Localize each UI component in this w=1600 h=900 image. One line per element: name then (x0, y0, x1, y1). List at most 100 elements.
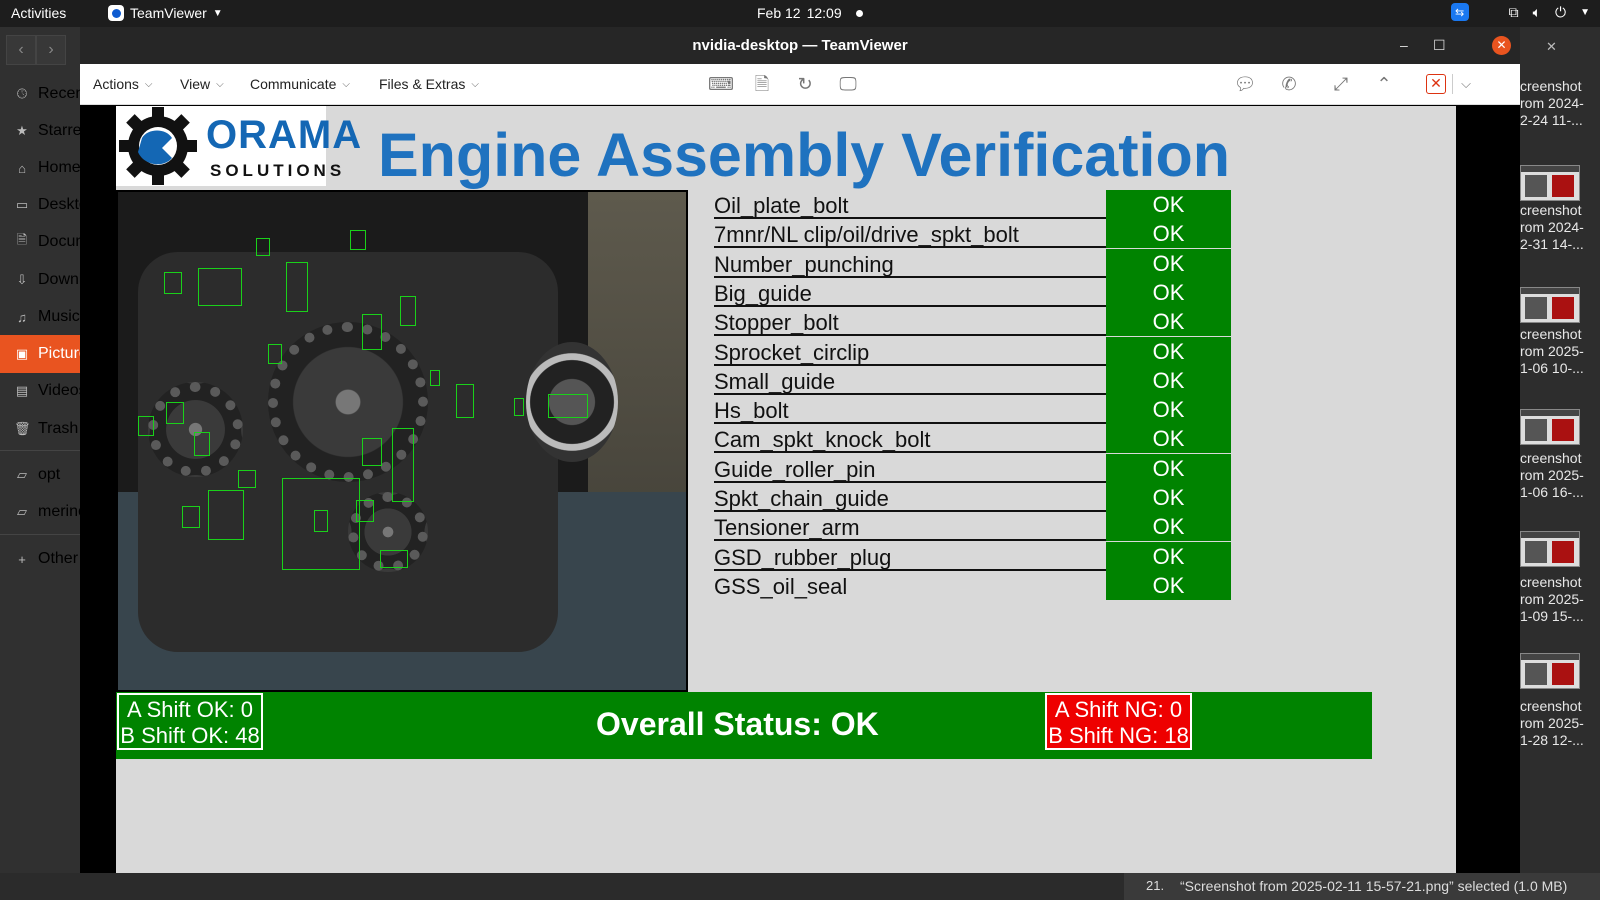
file-thumbnail[interactable] (1520, 409, 1580, 445)
detection-box (164, 272, 182, 294)
power-icon[interactable]: ⏻ (1555, 4, 1566, 21)
teamviewer-tray-icon[interactable]: ⇆ (1450, 3, 1469, 21)
end-session-icon[interactable]: ✕ (1426, 74, 1446, 94)
check-status: OK (1106, 395, 1231, 425)
system-tray[interactable]: ⇆ ⧉ 🔈︎ ⏻ ▼ (1450, 3, 1590, 21)
network-icon[interactable]: ⧉ (1509, 4, 1519, 21)
file-name[interactable]: creenshot rom 2024- 2-24 11-... (1520, 78, 1600, 129)
sidebar-item-pictures[interactable]: ▣ Pictures (0, 335, 80, 373)
check-label: Cam_spkt_knock_bolt (714, 429, 1107, 454)
sidebar-item-downloads[interactable]: ⇩ Downloads (0, 261, 80, 299)
detection-box (356, 500, 374, 522)
sidebar-item-starred[interactable]: ★ Starred (0, 112, 80, 150)
clock-time: 12:09 (806, 5, 842, 21)
picture-icon: ▣ (15, 346, 29, 361)
sidebar-item-label: Trash (38, 420, 79, 437)
check-row: Oil_plate_bolt OK (712, 190, 1232, 219)
menu-communicate[interactable]: Communicate ⌵ (250, 76, 350, 92)
system-top-bar: Activities TeamViewer ▼ Feb 12 12:09 ⇆ ⧉… (0, 0, 1600, 27)
sidebar-item-label: merino (38, 503, 80, 520)
file-manager-statusbar: 21. “Screenshot from 2025-02-11 15-57-21… (0, 873, 1600, 900)
forward-button[interactable]: › (36, 35, 66, 65)
collapse-toolbar-icon[interactable]: ⌃ (1372, 72, 1396, 96)
file-name-line: rom 2025- (1520, 343, 1584, 359)
check-status: OK (1106, 219, 1231, 249)
menu-actions[interactable]: Actions ⌵ (93, 76, 153, 92)
file-name[interactable]: creenshot rom 2025- 1-06 10-... (1520, 326, 1600, 377)
check-row: GSS_oil_seal OK (712, 570, 1232, 600)
file-name-line: creenshot (1520, 450, 1582, 466)
activities-button[interactable]: Activities (11, 5, 66, 21)
check-label: Big_guide (714, 282, 1107, 307)
detection-box (208, 490, 244, 540)
file-thumbnail[interactable] (1520, 531, 1580, 567)
file-name[interactable]: creenshot rom 2024- 2-31 14-... (1520, 202, 1600, 253)
gear-logo-icon (119, 107, 197, 185)
detection-box (256, 238, 270, 256)
sidebar-item-label: opt (38, 466, 61, 483)
sidebar-item-music[interactable]: ♫ Music (0, 298, 80, 336)
sidebar-item-merino[interactable]: ▱ merino (0, 493, 80, 531)
refresh-icon[interactable]: ↻ (793, 72, 817, 96)
detection-box (548, 394, 588, 418)
sidebar-item-label: Starred (38, 122, 80, 139)
keyboard-icon[interactable]: ⌨ (708, 72, 734, 96)
sidebar-item-documents[interactable]: 🗎︎ Documents (0, 223, 80, 261)
remote-screen[interactable]: ORAMA SOLUTIONS Engine Assembly Verifica… (116, 106, 1456, 873)
detection-box (238, 470, 256, 488)
maximize-button[interactable]: ☐ (1433, 27, 1446, 64)
detection-box (514, 398, 524, 416)
detection-box (430, 370, 440, 386)
back-button[interactable]: ‹ (6, 35, 36, 65)
file-name[interactable]: creenshot rom 2025- 1-06 16-... (1520, 450, 1600, 501)
teamviewer-icon (108, 5, 124, 21)
file-name-line: 1-09 15-... (1520, 608, 1584, 624)
check-row: Stopper_bolt OK (712, 307, 1232, 337)
volume-icon[interactable]: 🔈︎ (1533, 4, 1541, 21)
check-status: OK (1106, 307, 1231, 337)
check-row: Big_guide OK (712, 277, 1232, 307)
fullscreen-icon[interactable]: ⤢ (1329, 72, 1353, 96)
sidebar-item-opt[interactable]: ▱ opt (0, 456, 80, 494)
menu-view[interactable]: View ⌵ (180, 76, 224, 92)
minimize-button[interactable]: – (1400, 27, 1408, 64)
sidebar-item-trash[interactable]: 🗑︎ Trash (0, 410, 80, 448)
check-status: OK (1106, 570, 1231, 600)
detection-box (286, 262, 308, 312)
sidebar-item-home[interactable]: ⌂ Home (0, 149, 80, 187)
close-window-icon[interactable]: ✕ (1546, 39, 1557, 55)
file-transfer-icon[interactable]: 🗎︎ (750, 72, 774, 96)
file-name-line: rom 2025- (1520, 715, 1584, 731)
chevron-down-icon[interactable]: ⌵ (1454, 72, 1478, 96)
file-thumbnail[interactable] (1520, 653, 1580, 689)
caret-down-icon[interactable]: ▼ (1580, 7, 1590, 18)
detection-box (456, 384, 474, 418)
file-thumbnail[interactable] (1520, 165, 1580, 201)
remote-monitor-icon[interactable]: 🖵︎ (836, 72, 860, 96)
close-button[interactable]: ✕ (1492, 36, 1511, 55)
file-name-line: rom 2024- (1520, 95, 1584, 111)
check-status: OK (1106, 277, 1231, 307)
sidebar-item-label: Documents (38, 233, 80, 250)
clock[interactable]: Feb 12 12:09 (757, 5, 863, 21)
file-name[interactable]: creenshot rom 2025- 1-09 15-... (1520, 574, 1600, 625)
company-logo: ORAMA SOLUTIONS (116, 106, 361, 186)
file-name-line: rom 2024- (1520, 219, 1584, 235)
overall-status: Overall Status: OK (596, 706, 879, 742)
file-name-line: 1-06 16-... (1520, 484, 1584, 500)
file-name[interactable]: creenshot rom 2025- 1-28 12-... (1520, 698, 1600, 749)
check-label: 7mnr/NL clip/oil/drive_spkt_bolt (714, 224, 1107, 249)
chat-icon[interactable]: 💬︎ (1233, 72, 1257, 96)
sidebar-item-videos[interactable]: ▤ Videos (0, 372, 80, 410)
sidebar-item-other-locations[interactable]: + Other Locations (0, 540, 80, 578)
check-label: Tensioner_arm (714, 517, 1107, 542)
call-icon[interactable]: ✆ (1277, 72, 1301, 96)
menu-files-extras[interactable]: Files & Extras ⌵ (379, 76, 479, 92)
selection-status: “Screenshot from 2025-02-11 15-57-21.png… (1168, 873, 1600, 900)
sidebar-item-desktop[interactable]: ▭ Desktop (0, 186, 80, 224)
app-menu[interactable]: TeamViewer ▼ (108, 5, 223, 21)
sidebar-item-recent[interactable]: 🕓︎ Recent (0, 75, 80, 113)
file-thumbnail[interactable] (1520, 287, 1580, 323)
menu-view-label: View (180, 76, 211, 92)
star-icon: ★ (16, 123, 28, 138)
